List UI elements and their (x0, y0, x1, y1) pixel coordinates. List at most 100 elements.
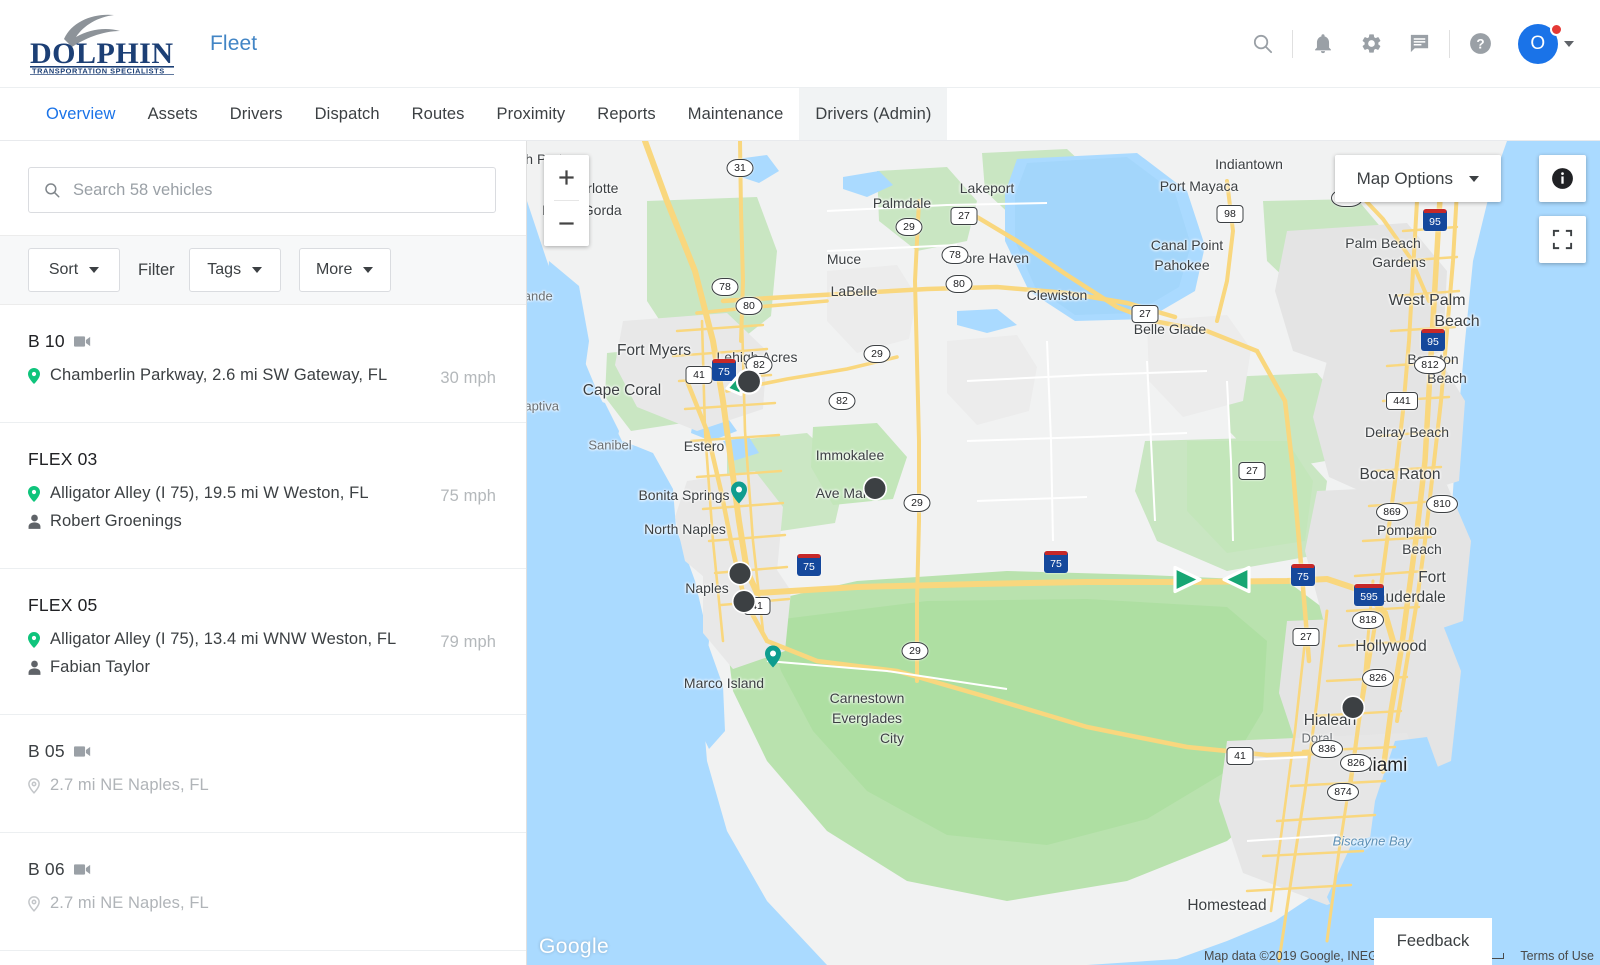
vehicle-list[interactable]: B 10 Chamberlin Parkway, 2.6 mi SW Gatewa… (0, 305, 526, 965)
header-divider-1 (1292, 29, 1293, 58)
chevron-down-icon (252, 267, 263, 273)
vehicle-driver-row: Fabian Taylor (28, 658, 422, 677)
search-section (0, 141, 526, 235)
location-pin-icon (28, 485, 42, 502)
location-pin-icon (28, 895, 42, 912)
vehicle-speed: 30 mph (440, 369, 496, 387)
person-icon (28, 660, 42, 675)
vehicle-location-row: Alligator Alley (I 75), 13.4 mi WNW West… (28, 630, 422, 649)
search-icon[interactable] (1238, 20, 1286, 68)
map-marker-b-05[interactable] (727, 561, 753, 592)
header-divider-2 (1449, 29, 1450, 58)
search-input[interactable] (73, 180, 481, 200)
map-marker-poi-marco-island[interactable] (765, 645, 781, 673)
dolphin-logo[interactable]: DOLPHIN TRANSPORTATION SPECIALISTS (28, 13, 178, 75)
chat-icon[interactable] (1395, 20, 1443, 68)
vehicle-sidebar: Sort Filter Tags More B 10 Chamberlin Par… (0, 141, 527, 965)
map-zoom-controls (544, 155, 589, 246)
plus-icon (559, 170, 574, 185)
nav-tab-overview[interactable]: Overview (30, 88, 132, 140)
nav-tab-reports[interactable]: Reports (581, 88, 671, 140)
header-icon-group: ? (1238, 20, 1504, 68)
zoom-out-button[interactable] (544, 201, 589, 246)
vehicle-name: B 05 (28, 741, 65, 761)
vehicle-list-item[interactable]: B 06 2.7 mi NE Naples, FL (0, 833, 526, 951)
vehicle-name: B 10 (28, 331, 65, 351)
chevron-down-icon (1469, 175, 1479, 182)
vehicle-name-row: FLEX 05 (28, 595, 422, 616)
nav-tab-assets[interactable]: Assets (132, 88, 214, 140)
fleet-map[interactable]: th PortCharlottePunta GordaGrandeCaptiva… (527, 141, 1600, 965)
vehicle-driver-row: Robert Groenings (28, 512, 422, 531)
tags-filter-button[interactable]: Tags (188, 248, 281, 292)
vehicle-cluster-icon (725, 368, 763, 396)
terms-of-use-link[interactable]: Terms of Use (1520, 949, 1594, 963)
vehicle-name-row: B 10 (28, 331, 422, 352)
parked-vehicle-icon (727, 561, 753, 586)
map-marker-b-06[interactable] (731, 589, 757, 620)
chevron-down-icon (363, 267, 374, 273)
vehicle-list-item[interactable]: B 05 2.7 mi NE Naples, FL (0, 715, 526, 833)
google-watermark: Google (539, 935, 610, 958)
map-marker-parked-ave-maria[interactable] (862, 476, 888, 507)
nav-tab-drivers[interactable]: Drivers (214, 88, 299, 140)
zoom-in-button[interactable] (544, 155, 589, 200)
nav-tab-drivers-admin[interactable]: Drivers (Admin) (799, 88, 948, 140)
vehicle-name-row: FLEX 03 (28, 449, 422, 470)
search-box[interactable] (28, 167, 496, 213)
nav-tab-routes[interactable]: Routes (396, 88, 481, 140)
map-fullscreen-button[interactable] (1539, 216, 1586, 263)
main-navigation: Overview Assets Drivers Dispatch Routes Proxi… (0, 88, 1600, 141)
parked-vehicle-icon (731, 589, 757, 614)
more-filter-button[interactable]: More (298, 248, 391, 292)
dolphin-logo-icon: DOLPHIN TRANSPORTATION SPECIALISTS (30, 14, 174, 75)
vehicle-name: FLEX 05 (28, 595, 98, 615)
vehicle-location-row: Chamberlin Parkway, 2.6 mi SW Gateway, F… (28, 366, 422, 385)
help-icon[interactable]: ? (1456, 20, 1504, 68)
camera-icon[interactable] (73, 335, 91, 348)
vehicle-location: 2.7 mi NE Naples, FL (50, 894, 209, 912)
map-options-button[interactable]: Map Options (1334, 155, 1501, 202)
user-avatar-menu[interactable]: O (1518, 22, 1574, 64)
vehicle-list-item[interactable]: B 10 Chamberlin Parkway, 2.6 mi SW Gatewa… (0, 305, 526, 423)
map-marker-layer (527, 141, 1600, 965)
app-header: DOLPHIN TRANSPORTATION SPECIALISTS Fleet (0, 0, 1600, 88)
info-icon (1552, 168, 1573, 189)
sort-button[interactable]: Sort (28, 248, 120, 292)
map-marker-flex-05[interactable] (1220, 565, 1254, 600)
poi-pin-icon (765, 645, 781, 668)
vehicle-driver: Robert Groenings (50, 512, 182, 530)
svg-text:TRANSPORTATION SPECIALISTS: TRANSPORTATION SPECIALISTS (32, 66, 165, 75)
vehicle-location: 2.7 mi NE Naples, FL (50, 776, 209, 794)
vehicle-info: B 10 Chamberlin Parkway, 2.6 mi SW Gatewa… (28, 331, 422, 394)
nav-tab-proximity[interactable]: Proximity (481, 88, 582, 140)
app-title[interactable]: Fleet (210, 32, 257, 56)
map-marker-flex-03[interactable] (1170, 565, 1204, 600)
vehicle-arrow-icon (1173, 565, 1202, 594)
vehicle-list-item[interactable]: FLEX 05 Alligator Alley (I 75), 13.4 mi W… (0, 569, 526, 715)
vehicle-location: Alligator Alley (I 75), 19.5 mi W Weston… (50, 484, 369, 502)
map-marker-b-10[interactable] (725, 367, 765, 406)
map-info-button[interactable] (1539, 155, 1586, 202)
bell-icon[interactable] (1299, 20, 1347, 68)
map-marker-poi-bonita[interactable] (731, 481, 747, 509)
person-icon (28, 514, 42, 529)
vehicle-location: Alligator Alley (I 75), 13.4 mi WNW West… (50, 630, 397, 648)
search-icon (45, 183, 60, 198)
camera-icon[interactable] (73, 745, 91, 758)
camera-icon[interactable] (73, 863, 91, 876)
location-pin-icon (28, 631, 42, 648)
svg-text:DOLPHIN: DOLPHIN (30, 37, 174, 70)
map-marker-parked-hialeah[interactable] (1340, 695, 1366, 726)
chevron-down-icon (89, 267, 100, 273)
tags-label: Tags (207, 261, 242, 278)
vehicle-speed: 75 mph (440, 487, 496, 505)
vehicle-arrow-icon (1222, 565, 1251, 594)
nav-tab-maintenance[interactable]: Maintenance (672, 88, 800, 140)
nav-tab-dispatch[interactable]: Dispatch (299, 88, 396, 140)
vehicle-list-item[interactable]: FLEX 03 Alligator Alley (I 75), 19.5 mi W… (0, 423, 526, 569)
gear-icon[interactable] (1347, 20, 1395, 68)
vehicle-location-row: 2.7 mi NE Naples, FL (28, 894, 478, 913)
map-feedback-button[interactable]: Feedback (1374, 918, 1492, 965)
vehicle-name: B 06 (28, 859, 65, 879)
